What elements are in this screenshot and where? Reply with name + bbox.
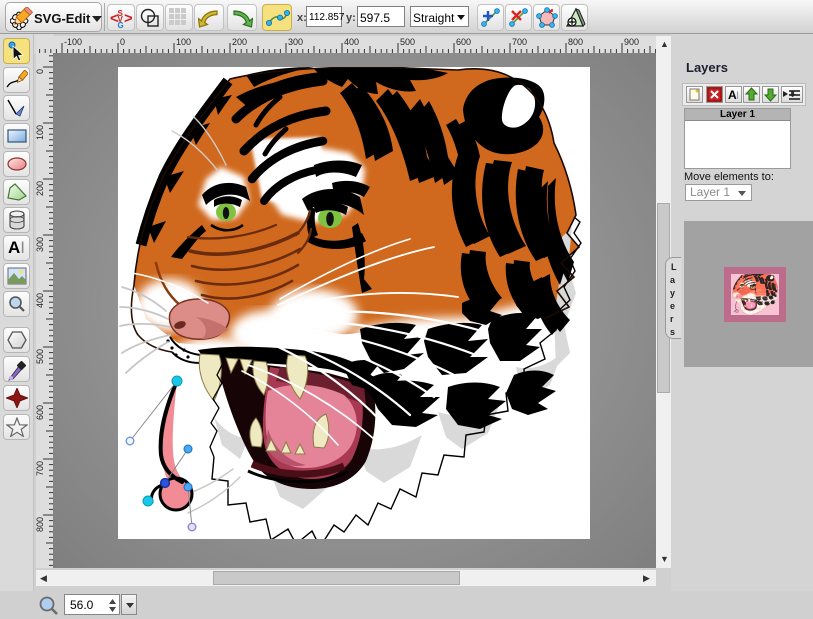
svg-text:700: 700 [512, 37, 527, 47]
svg-text:I: I [736, 90, 739, 102]
svg-text:700: 700 [36, 461, 45, 476]
svg-text:0: 0 [36, 69, 45, 74]
svg-text:100: 100 [176, 37, 191, 47]
svg-text:400: 400 [344, 37, 359, 47]
svg-text:G: G [118, 21, 124, 29]
svg-text:600: 600 [36, 405, 45, 420]
svg-text:300: 300 [36, 237, 45, 252]
svg-text:800: 800 [568, 37, 583, 47]
svg-text:100: 100 [36, 125, 45, 140]
svg-text:500: 500 [400, 37, 415, 47]
svg-text:500: 500 [36, 349, 45, 364]
svg-text:200: 200 [36, 181, 45, 196]
svg-text:600: 600 [456, 37, 471, 47]
svg-text:800: 800 [36, 517, 45, 532]
svg-text:-100: -100 [64, 37, 82, 47]
svg-text:>: > [124, 10, 132, 27]
svg-text:0: 0 [120, 37, 125, 47]
svg-text:900: 900 [624, 37, 639, 47]
svg-text:400: 400 [36, 293, 45, 308]
svg-text:200: 200 [232, 37, 247, 47]
svg-text:300: 300 [288, 37, 303, 47]
